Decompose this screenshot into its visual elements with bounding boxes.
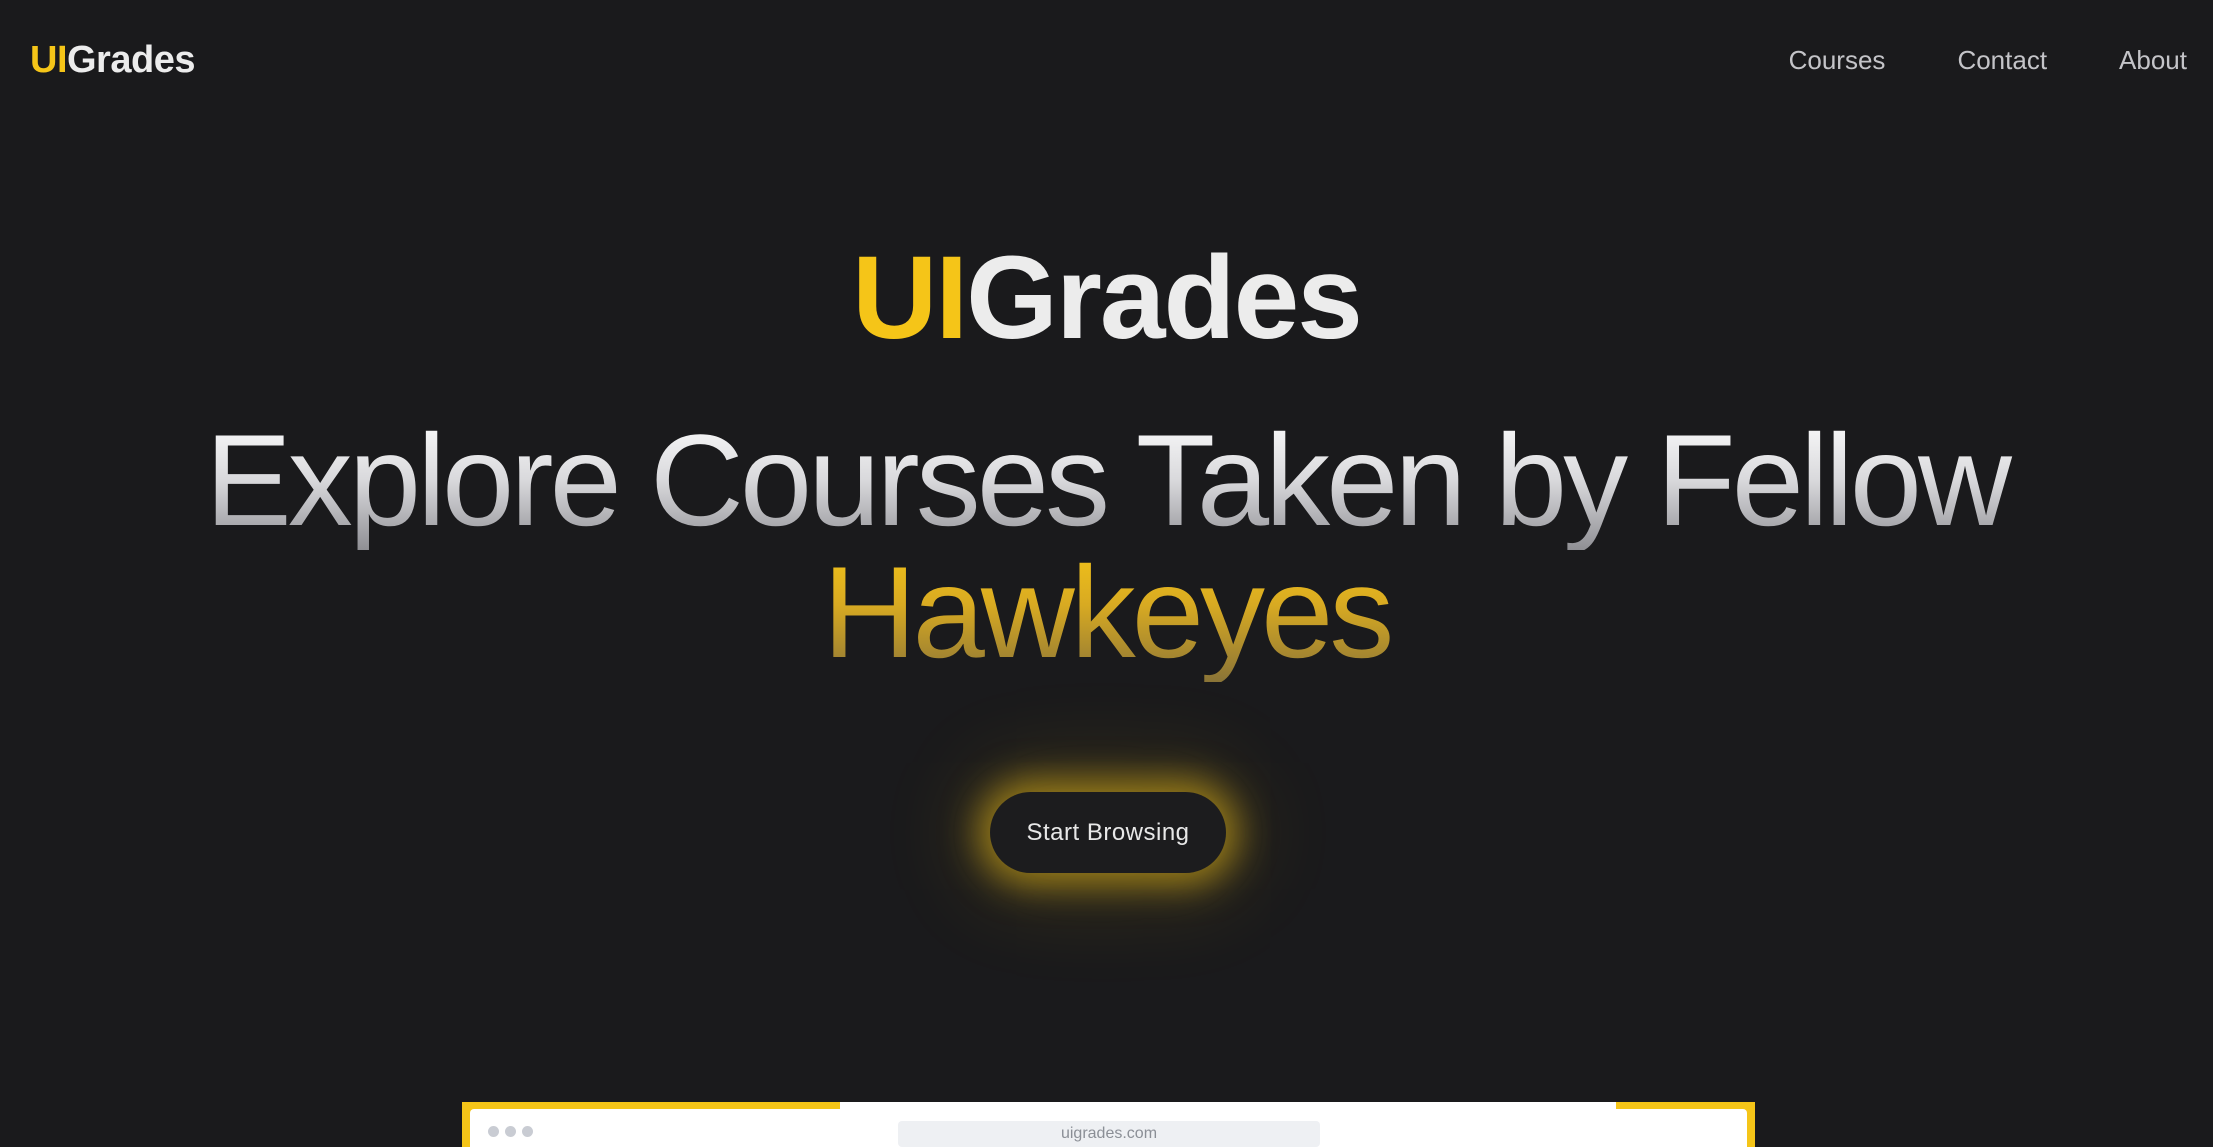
hero-headline: Explore Courses Taken by Fellow Hawkeyes (0, 410, 2213, 682)
headline-line-1: Explore Courses Taken by Fellow (0, 410, 2213, 550)
start-browsing-button[interactable]: Start Browsing (990, 792, 1226, 873)
navbar: UIGrades Courses Contact About (0, 0, 2213, 120)
browser-preview: uigrades.com (462, 1102, 1755, 1147)
hero-brand-text: Grades (966, 232, 1363, 364)
window-controls (488, 1126, 533, 1137)
window-dot-icon (505, 1126, 516, 1137)
nav-logo-accent: UI (30, 39, 68, 81)
hero-brand-title: UIGrades (0, 228, 2213, 368)
preview-window: uigrades.com (470, 1109, 1747, 1147)
nav-links: Courses Contact About (1789, 40, 2187, 80)
headline-line-2: Hawkeyes (0, 542, 2213, 682)
nav-link-courses[interactable]: Courses (1789, 40, 1886, 80)
nav-logo-text: Grades (67, 39, 195, 81)
hero-brand-accent: UI (852, 232, 968, 364)
window-dot-icon (488, 1126, 499, 1137)
nav-link-contact[interactable]: Contact (1957, 40, 2047, 80)
preview-top-highlight (840, 1102, 1616, 1109)
nav-logo[interactable]: UIGrades (30, 34, 195, 86)
nav-link-about[interactable]: About (2119, 40, 2187, 80)
window-dot-icon (522, 1126, 533, 1137)
preview-url-bar: uigrades.com (898, 1121, 1320, 1147)
